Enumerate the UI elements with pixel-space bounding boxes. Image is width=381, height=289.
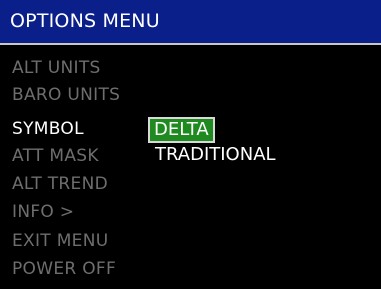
menu-item-alt-units[interactable]: ALT UNITS: [12, 57, 101, 79]
options-menu-screen: OPTIONS MENU ALT UNITS BARO UNITS SYMBOL…: [0, 0, 381, 289]
menu-item-alt-trend[interactable]: ALT TREND: [12, 173, 108, 195]
symbol-option-delta[interactable]: DELTA: [148, 117, 215, 143]
menu-title: OPTIONS MENU: [10, 10, 160, 32]
title-bar: OPTIONS MENU: [0, 0, 381, 45]
menu-item-att-mask[interactable]: ATT MASK: [12, 145, 99, 167]
menu-item-power-off[interactable]: POWER OFF: [12, 258, 116, 280]
symbol-option-traditional[interactable]: TRADITIONAL: [155, 144, 276, 166]
menu-item-symbol[interactable]: SYMBOL: [12, 118, 84, 140]
menu-item-baro-units[interactable]: BARO UNITS: [12, 84, 120, 106]
menu-item-info[interactable]: INFO >: [12, 201, 74, 223]
menu-item-exit-menu[interactable]: EXIT MENU: [12, 230, 108, 252]
